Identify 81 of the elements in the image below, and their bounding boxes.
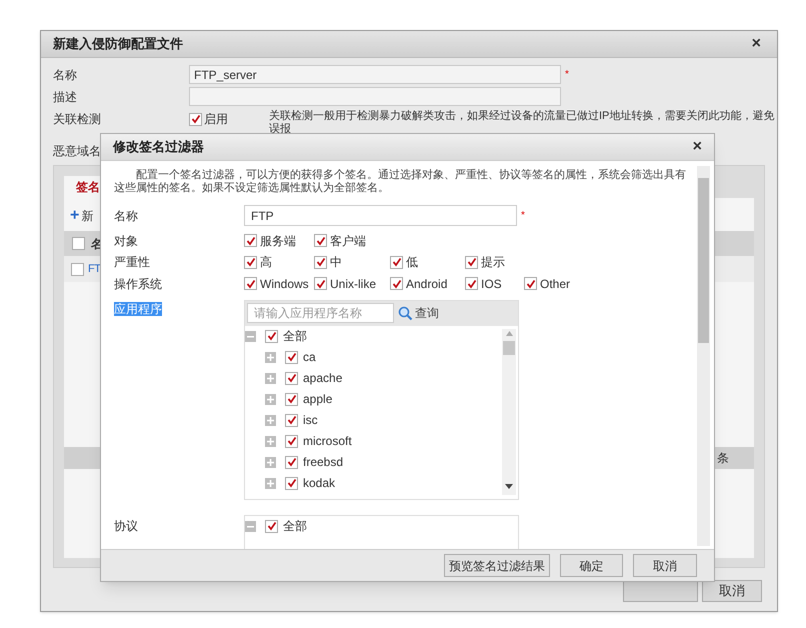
- scroll-down-icon[interactable]: [505, 484, 513, 488]
- required-mark: *: [521, 209, 525, 223]
- checkbox-label: 低: [406, 254, 418, 272]
- intro-text: 配置一个签名过滤器，可以方便的获得多个签名。通过选择对象、严重性、协议等签名的属性，系统会筛选出具有这些属性的签名。如果不设定筛选属性默认为全部签名。: [114, 169, 687, 195]
- new-button[interactable]: 新: [81, 207, 94, 225]
- field-label: 名称: [53, 66, 78, 84]
- tree-item[interactable]: kodak: [303, 474, 336, 492]
- checkbox[interactable]: [314, 256, 327, 269]
- checkbox-label: 启用: [204, 111, 228, 128]
- close-button[interactable]: ×: [692, 135, 702, 159]
- checkbox[interactable]: [72, 237, 85, 250]
- input-field[interactable]: FTP_server: [189, 65, 561, 84]
- window-title: 新建入侵防御配置文件: [53, 35, 183, 54]
- field-label: 关联检测: [53, 111, 102, 128]
- checkbox[interactable]: [265, 520, 278, 532]
- checkbox-label: IOS: [481, 276, 502, 293]
- checkbox-label: 高: [260, 254, 272, 272]
- dialog-button[interactable]: 预览签名过滤结果: [444, 554, 550, 577]
- checkbox[interactable]: [244, 256, 257, 269]
- checkbox[interactable]: [314, 277, 327, 290]
- tree-item[interactable]: isc: [303, 411, 318, 429]
- checkbox[interactable]: [244, 234, 257, 248]
- checkbox-label: 提示: [481, 254, 505, 272]
- input-field[interactable]: FTP: [244, 205, 517, 226]
- checkbox[interactable]: [285, 372, 298, 384]
- field-label: 描述: [53, 88, 78, 106]
- checkbox[interactable]: [285, 392, 298, 406]
- search-field[interactable]: 请输入应用程序名称: [247, 303, 394, 323]
- tree-item[interactable]: apple: [303, 390, 332, 408]
- search-button[interactable]: 查询: [398, 304, 439, 322]
- input-field[interactable]: [189, 87, 561, 106]
- dialog-button[interactable]: 取消: [633, 554, 697, 577]
- field-label: 对象: [114, 232, 139, 250]
- hint-text: 误报: [269, 123, 292, 136]
- field-label: 恶意域名: [53, 143, 101, 160]
- checkbox-label: 服务端: [260, 232, 296, 250]
- checkbox[interactable]: [285, 434, 298, 448]
- tree-item[interactable]: apache: [303, 369, 342, 387]
- checkbox[interactable]: [524, 277, 537, 290]
- checkbox[interactable]: [314, 234, 327, 248]
- checkbox[interactable]: [189, 112, 202, 126]
- checkbox[interactable]: [465, 277, 478, 290]
- checkbox-label: Windows: [260, 276, 309, 293]
- tree-item[interactable]: freebsd: [303, 453, 344, 471]
- dialog-button[interactable]: 确定: [560, 554, 623, 577]
- scrollbar-thumb[interactable]: [698, 178, 709, 343]
- pager-text: 条: [717, 450, 729, 467]
- plus-icon: +: [70, 208, 80, 224]
- close-button[interactable]: ×: [752, 32, 761, 56]
- checkbox-label: Android: [406, 276, 448, 293]
- checkbox[interactable]: [285, 456, 298, 468]
- checkbox[interactable]: [285, 414, 298, 426]
- tree-item[interactable]: 全部: [283, 517, 307, 535]
- checkbox-label: 客户端: [330, 232, 366, 250]
- checkbox-label: Other: [540, 276, 570, 293]
- checkbox[interactable]: [244, 277, 257, 290]
- tree-item[interactable]: ca: [303, 348, 316, 366]
- checkbox[interactable]: [465, 256, 478, 269]
- checkbox[interactable]: [71, 262, 84, 276]
- cancel-button[interactable]: 取消: [702, 580, 762, 602]
- checkbox[interactable]: [390, 256, 403, 269]
- search-icon: [398, 306, 413, 320]
- tree-item[interactable]: microsoft: [303, 432, 352, 450]
- scrollbar-thumb[interactable]: [503, 340, 515, 354]
- window-title: 修改签名过滤器: [113, 138, 204, 156]
- scrollbar[interactable]: [502, 328, 516, 494]
- checkbox[interactable]: [285, 476, 298, 490]
- field-label: 操作系统: [114, 276, 163, 293]
- scrollbar[interactable]: [697, 166, 710, 546]
- checkbox-label: 中: [330, 254, 342, 272]
- hint-text: 关联检测一般用于检测暴力破解类攻击，如果经过设备的流量已做过IP地址转换，需要关闭此功能，避免: [269, 110, 774, 123]
- required-mark: *: [565, 68, 569, 82]
- checkbox[interactable]: [285, 350, 298, 364]
- table-cell-text: FT: [88, 262, 100, 277]
- field-label: 名称: [114, 208, 139, 224]
- field-label: 严重性: [114, 254, 151, 272]
- checkbox[interactable]: [390, 277, 403, 290]
- checkbox-label: Unix-like: [330, 276, 376, 293]
- section-label: 协议: [114, 518, 139, 534]
- tree-item[interactable]: 全部: [283, 327, 307, 345]
- checkbox[interactable]: [265, 330, 278, 342]
